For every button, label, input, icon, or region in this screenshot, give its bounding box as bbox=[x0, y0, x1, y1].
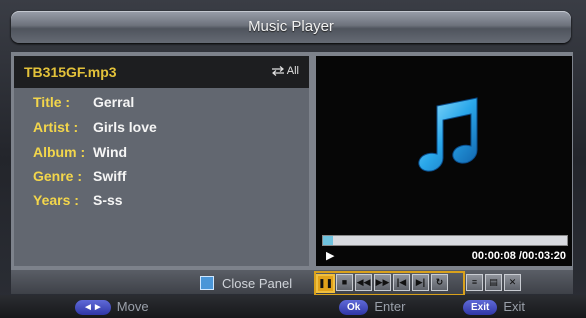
track-info-header: TB315GF.mp3 All bbox=[14, 56, 309, 88]
field-label: Genre : bbox=[33, 168, 83, 184]
play-state-icon: ▶ bbox=[326, 250, 335, 262]
field-value: Gerral bbox=[93, 94, 135, 110]
fast-forward-icon[interactable]: ▶▶ bbox=[374, 274, 391, 291]
close-icon[interactable]: ✕ bbox=[504, 274, 521, 291]
stop-icon[interactable]: ■ bbox=[336, 274, 353, 291]
hint-enter: Ok Enter bbox=[339, 299, 405, 315]
rewind-icon[interactable]: ◀◀ bbox=[355, 274, 372, 291]
ok-key-icon: Ok bbox=[339, 300, 369, 315]
repeat-mode[interactable]: All bbox=[269, 65, 299, 77]
window-title: Music Player bbox=[11, 11, 571, 43]
hint-exit: Exit Exit bbox=[463, 299, 525, 315]
playlist-icon[interactable]: ▤ bbox=[485, 274, 502, 291]
file-name: TB315GF.mp3 bbox=[24, 64, 117, 80]
field-label: Years : bbox=[33, 192, 79, 208]
visual-panel: ▶ 00:00:08 /00:03:20 bbox=[316, 56, 572, 266]
field-album: Album : Wind bbox=[33, 142, 127, 162]
next-track-icon[interactable]: ▶| bbox=[412, 274, 429, 291]
repeat-toggle-icon[interactable]: ↻ bbox=[431, 274, 448, 291]
exit-key-icon: Exit bbox=[463, 300, 498, 315]
field-value: Girls love bbox=[93, 119, 157, 135]
hint-move-label: Move bbox=[116, 299, 149, 314]
field-label: Title : bbox=[33, 94, 71, 110]
hint-exit-label: Exit bbox=[503, 299, 526, 314]
field-title: Title : Gerral bbox=[33, 92, 134, 112]
progress-fill bbox=[323, 236, 333, 245]
field-value: S-ss bbox=[93, 192, 123, 208]
lyrics-icon[interactable]: ≡ bbox=[466, 274, 483, 291]
field-years: Years : S-ss bbox=[33, 190, 123, 210]
field-value: Wind bbox=[93, 144, 128, 160]
total-time: /00:03:20 bbox=[518, 250, 566, 262]
field-label: Album : bbox=[33, 144, 86, 160]
close-panel-button[interactable]: Close Panel bbox=[200, 276, 292, 291]
field-genre: Genre : Swiff bbox=[33, 166, 126, 186]
blue-key-icon bbox=[200, 276, 214, 290]
progress-bar[interactable] bbox=[322, 235, 568, 246]
elapsed-time: 00:00:08 bbox=[471, 250, 516, 262]
time-display: 00:00:08 /00:03:20 bbox=[472, 250, 566, 262]
pause-icon[interactable]: ❚❚ bbox=[316, 274, 335, 293]
field-value: Swiff bbox=[93, 168, 127, 184]
repeat-label: All bbox=[286, 65, 299, 77]
hint-move: ◄► Move bbox=[75, 299, 149, 315]
field-artist: Artist : Girls love bbox=[33, 117, 157, 137]
close-panel-label: Close Panel bbox=[222, 276, 293, 291]
field-label: Artist : bbox=[33, 119, 79, 135]
music-note-icon bbox=[418, 97, 478, 172]
arrow-keys-icon: ◄► bbox=[75, 300, 111, 315]
repeat-icon bbox=[271, 66, 284, 77]
previous-track-icon[interactable]: |◀ bbox=[393, 274, 410, 291]
hint-enter-label: Enter bbox=[374, 299, 406, 314]
track-info-panel: TB315GF.mp3 All Title : Gerral Artist : Gi… bbox=[14, 56, 309, 266]
